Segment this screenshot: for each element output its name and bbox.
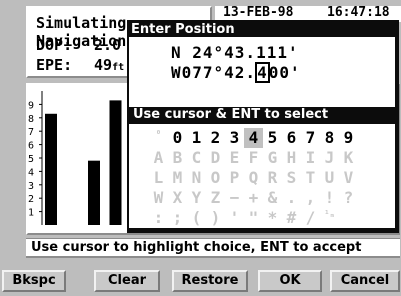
restore-button[interactable]: Restore [172,270,248,292]
character-key[interactable]: ) [206,208,225,228]
character-key[interactable]: ! [320,188,339,208]
character-key[interactable]: # [282,208,301,228]
character-key[interactable]: Q [244,168,263,188]
character-key[interactable]: ¹ₘ [320,208,339,228]
character-key[interactable]: 4 [244,128,263,148]
character-key[interactable]: 3 [225,128,244,148]
character-key[interactable]: J [320,148,339,168]
signal-bar [109,100,122,225]
character-key[interactable]: + [244,188,263,208]
dialog-title: Enter Position [131,22,235,37]
character-key[interactable]: * [263,208,282,228]
character-key[interactable]: & [263,188,282,208]
character-key[interactable]: 2 [206,128,225,148]
character-key[interactable]: 9 [339,128,358,148]
character-row: LMNOPQRSTUV [149,168,358,188]
character-key[interactable]: " [244,208,263,228]
character-key[interactable]: X [168,188,187,208]
signal-bar [45,113,57,225]
character-key[interactable]: ? [339,188,358,208]
edit-cursor[interactable]: 4 [255,62,270,83]
character-key[interactable]: . [282,188,301,208]
dop-readout: DOP: 2.0 [36,36,121,54]
character-key[interactable]: 5 [263,128,282,148]
backspace-button[interactable]: Bkspc [2,270,66,292]
instruction-bar: Use cursor & ENT to select [129,107,395,123]
character-key[interactable]: F [244,148,263,168]
position-entry[interactable]: N 24°43.111' W077°42.400' [129,37,395,107]
clear-button[interactable]: Clear [94,270,160,292]
epe-readout: EPE: 49ft [36,56,124,74]
hint-bar: Use cursor to highlight choice, ENT to a… [26,238,400,258]
character-key[interactable]: 6 [282,128,301,148]
instruction-text: Use cursor & ENT to select [133,107,329,122]
y-tick-label: 1 [28,208,34,219]
epe-unit: ft [112,62,125,73]
dop-value: 2.0 [94,36,122,54]
y-tick-label: 4 [28,167,34,178]
character-key[interactable]: S [282,168,301,188]
signal-bar [88,160,100,225]
character-key[interactable]: ( [187,208,206,228]
character-key[interactable]: A [149,148,168,168]
y-tick-label: 9 [28,100,34,111]
character-key[interactable]: − [225,188,244,208]
character-key[interactable]: C [187,148,206,168]
character-key[interactable]: 0 [168,128,187,148]
character-key[interactable]: P [225,168,244,188]
y-tick-label: 3 [28,181,34,192]
y-tick-label: 6 [28,141,34,152]
character-row: ⁰0123456789 [149,128,358,148]
character-picker[interactable]: ⁰ 0 1 2 3 4 5 6 7 8 9 A B C D E F G H I J K L M N O P Q R S T U V W X Y Z − + &… [129,124,395,228]
character-row: :;() ' " * # / ¹ₘ [149,208,339,228]
character-key[interactable]: I [301,148,320,168]
character-key[interactable]: D [206,148,225,168]
character-key[interactable]: H [282,148,301,168]
character-key[interactable]: T [301,168,320,188]
character-key[interactable]: / [301,208,320,228]
hint-text: Use cursor to highlight choice, ENT to a… [31,240,362,255]
epe-number: 49 [94,56,113,74]
character-key[interactable]: ⁰ [149,128,168,148]
longitude-suffix: 00' [268,63,301,82]
y-tick-label: 8 [28,114,34,125]
character-key[interactable]: R [263,168,282,188]
character-key[interactable]: G [263,148,282,168]
epe-value: 49ft [94,56,124,74]
character-key[interactable]: 7 [301,128,320,148]
character-key[interactable]: N [187,168,206,188]
character-row: ABCDEFGHIJK [149,148,358,168]
character-key[interactable]: O [206,168,225,188]
character-key[interactable]: M [168,168,187,188]
character-key[interactable]: V [339,168,358,188]
character-key[interactable]: : [149,208,168,228]
character-key[interactable]: B [168,148,187,168]
character-key[interactable]: L [149,168,168,188]
character-key[interactable]: Z [206,188,225,208]
time-display: 16:47:18 [327,5,390,20]
character-row: W X Y Z − + &.,!? [149,188,358,208]
longitude-field[interactable]: W077°42.400' [171,62,301,83]
latitude-field[interactable]: N 24°43.111' [171,43,299,62]
cancel-button[interactable]: Cancel [330,270,400,292]
date-display: 13-FEB-98 [223,5,294,20]
y-tick-label: 2 [28,194,34,205]
character-key[interactable]: 8 [320,128,339,148]
character-key[interactable]: U [320,168,339,188]
character-key[interactable]: ' [225,208,244,228]
longitude-prefix: W077°42. [171,63,257,82]
character-key[interactable]: ; [168,208,187,228]
dop-label: DOP: [36,36,73,54]
character-key[interactable]: , [301,188,320,208]
y-tick-label: 5 [28,154,34,165]
character-key[interactable]: W [149,188,168,208]
epe-label: EPE: [36,56,73,74]
character-key[interactable]: Y [187,188,206,208]
character-key[interactable]: 1 [187,128,206,148]
enter-position-dialog: Enter Position N 24°43.111' W077°42.400'… [127,20,399,233]
character-key[interactable]: E [225,148,244,168]
y-tick-label: 7 [28,127,34,138]
character-key[interactable]: K [339,148,358,168]
ok-button[interactable]: OK [258,270,322,292]
